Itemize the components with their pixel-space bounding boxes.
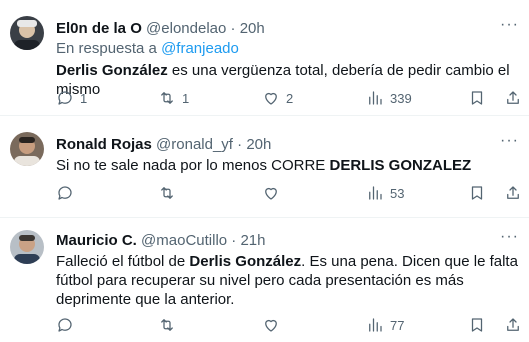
text-pre: Si no te sale nada por lo menos CORRE	[56, 157, 330, 174]
retweet-icon	[161, 187, 173, 199]
tweet-text: Falleció el fútbol de Derlis González. E…	[56, 252, 521, 309]
author-name[interactable]: El0n de la O	[56, 20, 142, 37]
tweet-3[interactable]: Mauricio C. @maoCutillo · 21h ··· Fallec…	[0, 218, 529, 342]
mention-name: Derlis González	[56, 62, 168, 79]
heart-icon	[265, 187, 277, 200]
bookmark-icon	[471, 186, 483, 200]
retweet-count: 1	[182, 90, 190, 106]
views-button[interactable]: 77	[366, 314, 404, 336]
action-bar: 77	[48, 314, 522, 336]
tweet-text: Si no te sale nada por lo menos CORRE DE…	[56, 156, 521, 175]
author-handle[interactable]: @elondelao	[146, 20, 226, 37]
more-icon[interactable]: ···	[500, 16, 519, 34]
tweet-1[interactable]: El0n de la O @elondelao · 20h ··· En res…	[0, 0, 529, 116]
bookmark-button[interactable]	[468, 314, 486, 336]
timestamp[interactable]: 20h	[246, 136, 271, 153]
comment-icon	[58, 186, 72, 200]
timestamp[interactable]: 21h	[240, 232, 265, 249]
reply-button[interactable]	[56, 314, 74, 336]
reply-prefix: En respuesta a	[56, 40, 162, 57]
like-button[interactable]: 2	[262, 87, 293, 109]
like-count: 2	[286, 90, 294, 106]
avatar[interactable]	[10, 230, 44, 264]
action-bar: 53	[48, 182, 522, 204]
avatar[interactable]	[10, 16, 44, 50]
retweet-icon	[161, 319, 173, 331]
comment-icon	[58, 91, 72, 105]
views-count: 53	[390, 185, 405, 201]
timestamp[interactable]: 20h	[240, 20, 265, 37]
more-icon[interactable]: ···	[500, 132, 519, 150]
views-icon	[369, 186, 382, 200]
reply-button[interactable]: 1	[56, 87, 87, 109]
heart-icon	[265, 92, 277, 105]
author-handle[interactable]: @maoCutillo	[141, 232, 227, 249]
like-button[interactable]	[262, 314, 280, 336]
retweet-button[interactable]	[158, 182, 176, 204]
reply-context: En respuesta a @franjeado	[56, 40, 239, 58]
retweet-button[interactable]: 1	[158, 87, 189, 109]
views-button[interactable]: 339	[366, 87, 412, 109]
tweet-header: El0n de la O @elondelao · 20h	[56, 20, 265, 38]
like-button[interactable]	[262, 182, 280, 204]
author-name[interactable]: Mauricio C.	[56, 232, 137, 249]
comment-icon	[58, 318, 72, 332]
views-count: 77	[390, 317, 405, 333]
share-button[interactable]	[504, 182, 522, 204]
separator: ·	[230, 20, 236, 37]
bookmark-button[interactable]	[468, 87, 486, 109]
views-count: 339	[390, 90, 412, 106]
share-icon	[507, 186, 519, 199]
tweet-2[interactable]: Ronald Rojas @ronald_yf · 20h ··· Si no …	[0, 116, 529, 218]
reply-button[interactable]	[56, 182, 74, 204]
separator: ·	[231, 232, 237, 249]
share-button[interactable]	[504, 314, 522, 336]
share-icon	[507, 318, 519, 331]
text-pre: Falleció el fútbol de	[56, 253, 190, 270]
retweet-button[interactable]	[158, 314, 176, 336]
heart-icon	[265, 319, 277, 332]
separator: ·	[237, 136, 243, 153]
share-button[interactable]	[504, 87, 522, 109]
retweet-icon	[161, 92, 173, 104]
views-icon	[369, 91, 382, 105]
reply-count: 1	[80, 90, 88, 106]
views-button[interactable]: 53	[366, 182, 404, 204]
tweet-header: Ronald Rojas @ronald_yf · 20h	[56, 136, 271, 154]
bookmark-button[interactable]	[468, 182, 486, 204]
avatar[interactable]	[10, 132, 44, 166]
bookmark-icon	[471, 91, 483, 105]
views-icon	[369, 318, 382, 332]
bookmark-icon	[471, 318, 483, 332]
mention-name: DERLIS GONZALEZ	[329, 157, 472, 174]
reply-to-link[interactable]: @franjeado	[161, 40, 239, 57]
tweet-header: Mauricio C. @maoCutillo · 21h	[56, 232, 266, 250]
share-icon	[507, 91, 519, 104]
more-icon[interactable]: ···	[500, 228, 519, 246]
author-handle[interactable]: @ronald_yf	[156, 136, 233, 153]
mention-name: Derlis González	[189, 253, 302, 270]
action-bar: 1 1 2 339	[48, 87, 522, 109]
author-name[interactable]: Ronald Rojas	[56, 136, 152, 153]
